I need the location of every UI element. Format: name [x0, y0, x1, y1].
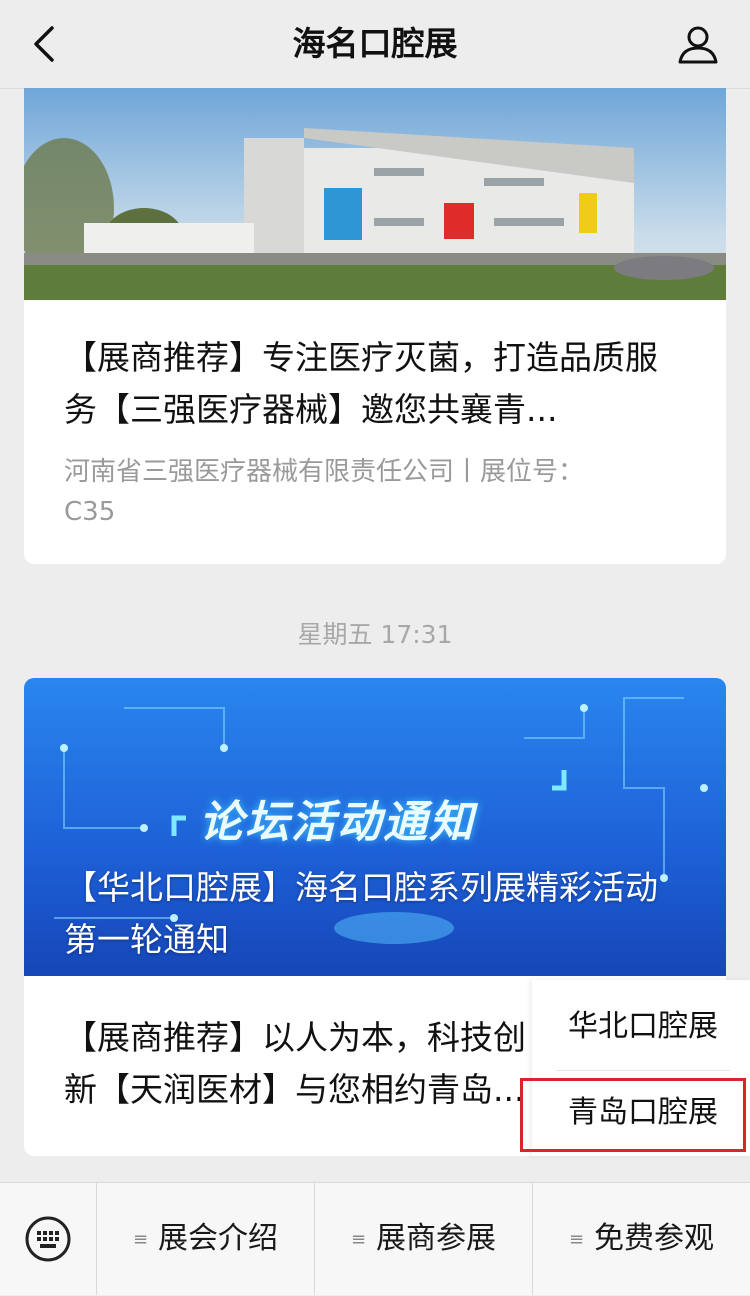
submenu-popup: 华北口腔展 青岛口腔展: [532, 980, 750, 1156]
submenu-item-huabei[interactable]: 华北口腔展: [556, 984, 730, 1071]
menu-button-label: 展会介绍: [158, 1221, 279, 1256]
article-subtitle: 河南省三强医疗器械有限责任公司丨展位号：C35: [64, 457, 585, 527]
menu-lines-icon: ≡: [132, 1229, 149, 1250]
menu-lines-icon: ≡: [568, 1229, 585, 1250]
menu-button-exhibitor[interactable]: ≡ 展商参展: [315, 1183, 533, 1295]
profile-button[interactable]: [674, 20, 722, 68]
menu-button-free-visit[interactable]: ≡ 免费参观: [533, 1183, 750, 1295]
top-nav-bar: 海名口腔展: [0, 0, 750, 89]
cover-title: 【华北口腔展】海名口腔系列展精彩活动第一轮通知: [64, 868, 658, 959]
keyboard-toggle-button[interactable]: [0, 1183, 97, 1295]
page-title: 海名口腔展: [292, 24, 458, 63]
article-card[interactable]: 【展商推荐】专注医疗灭菌，打造品质服务【三强医疗器械】邀您共襄青... 河南省三…: [24, 88, 726, 564]
menu-button-label: 展商参展: [376, 1221, 497, 1256]
keyboard-icon: [25, 1216, 71, 1262]
message-timestamp: 星期五 17:31: [297, 620, 453, 649]
person-icon: [678, 26, 718, 64]
article-title[interactable]: 【展商推荐】以人为本，科技创新【天润医材】与您相约青岛...: [64, 1012, 534, 1116]
menu-button-exhibition-intro[interactable]: ≡ 展会介绍: [97, 1183, 315, 1295]
article-title[interactable]: 【展商推荐】专注医疗灭菌，打造品质服务【三强医疗器械】邀您共襄青...: [64, 332, 690, 436]
cover-banner-text: 论坛活动通知: [199, 797, 475, 848]
menu-button-label: 免费参观: [594, 1221, 715, 1256]
menu-lines-icon: ≡: [350, 1229, 367, 1250]
article-cover-image: [24, 88, 726, 300]
bottom-menu-bar: ≡ 展会介绍 ≡ 展商参展 ≡ 免费参观: [0, 1182, 750, 1295]
submenu-item-qingdao[interactable]: 青岛口腔展: [556, 1070, 730, 1156]
